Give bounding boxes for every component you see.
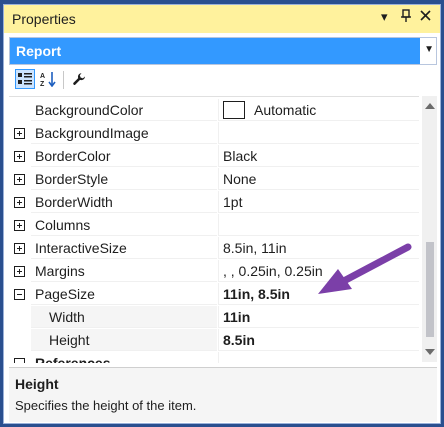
annotation-arrow-icon: [318, 243, 412, 294]
property-row-references[interactable]: References: [9, 352, 419, 363]
collapse-icon[interactable]: [14, 358, 25, 363]
property-value[interactable]: [218, 352, 419, 363]
property-value[interactable]: 8.5in: [218, 329, 419, 351]
description-text: Specifies the height of the item.: [15, 398, 197, 413]
property-row-height[interactable]: Height 8.5in: [9, 329, 419, 352]
properties-window: Properties ▾ Report ▼ A Z BackgroundColo…: [3, 4, 441, 424]
property-name[interactable]: References: [31, 352, 217, 363]
scroll-down-icon[interactable]: [425, 349, 435, 355]
property-name[interactable]: Height: [31, 329, 217, 351]
property-row-width[interactable]: Width 11in: [9, 306, 419, 329]
property-value[interactable]: 11in: [218, 306, 419, 328]
description-panel: Height Specifies the height of the item.: [9, 367, 437, 422]
description-title: Height: [15, 376, 59, 392]
property-name[interactable]: Width: [31, 306, 217, 328]
